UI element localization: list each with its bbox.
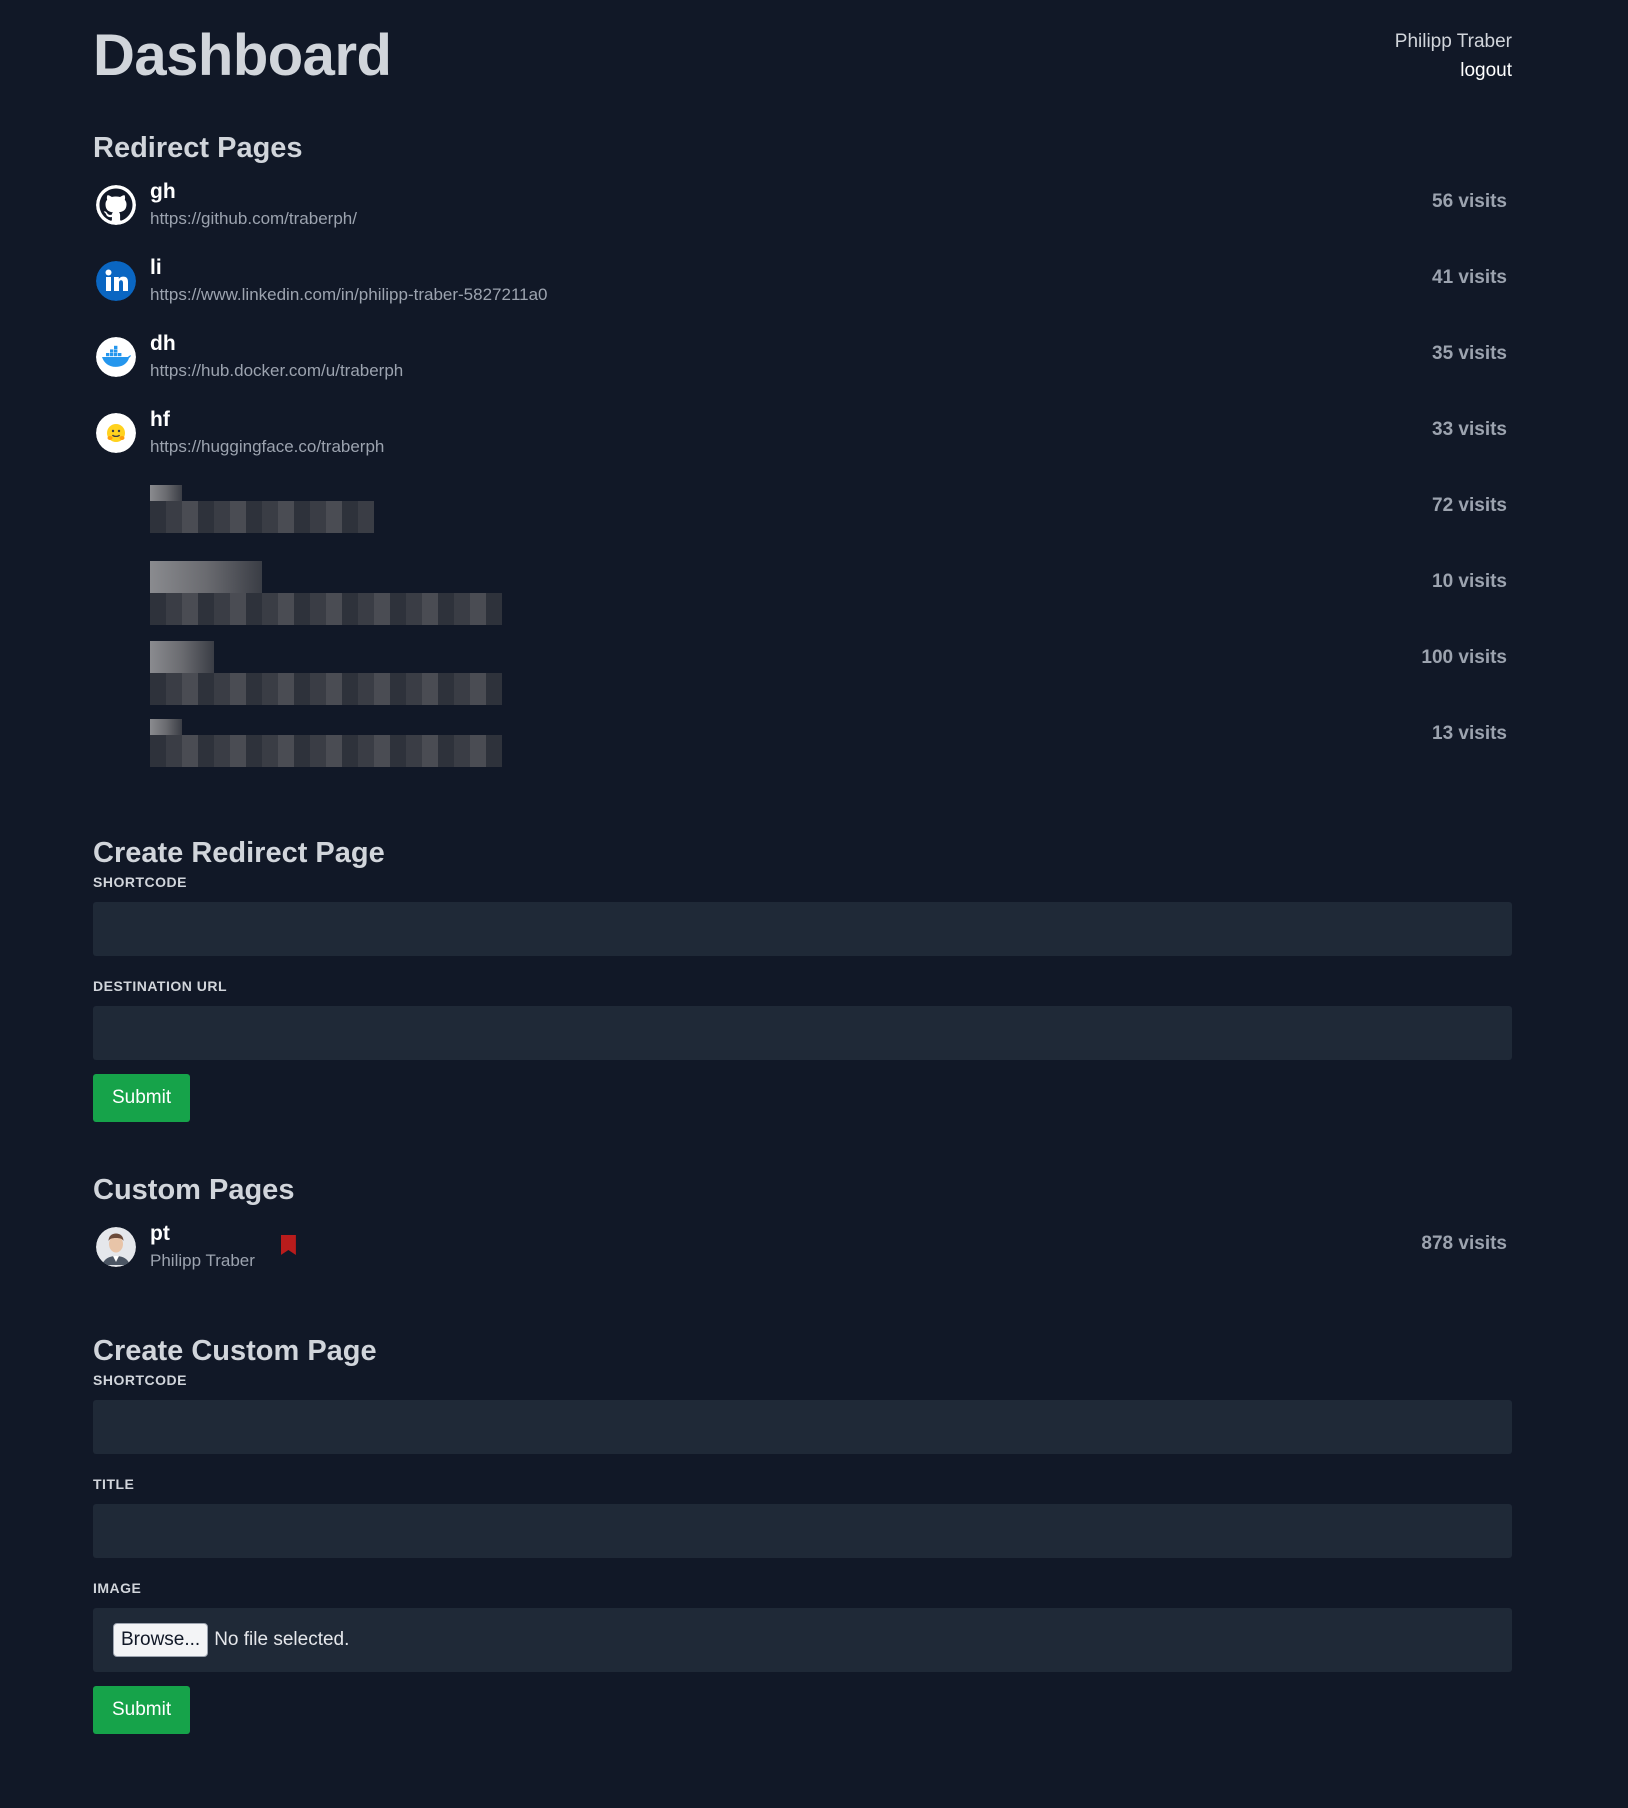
create-custom-section: Create Custom Page SHORTCODE TITLE IMAGE… <box>93 1335 1512 1734</box>
blurred-redirect-info <box>150 485 374 533</box>
custom-shortcode-input[interactable] <box>93 1400 1512 1454</box>
visit-count: 41 visits <box>1432 267 1507 288</box>
custom-page-row[interactable]: pt Philipp Traber 878 visits <box>93 1221 1512 1297</box>
redirect-row[interactable]: li https://www.linkedin.com/in/philipp-t… <box>93 255 1512 331</box>
redirect-row-hidden[interactable]: 100 visits <box>93 635 1512 711</box>
file-status: No file selected. <box>214 1629 350 1650</box>
visit-count: 33 visits <box>1432 419 1507 440</box>
user-name: Philipp Traber <box>1394 31 1512 52</box>
bookmark-icon[interactable] <box>280 1235 296 1255</box>
create-custom-heading: Create Custom Page <box>93 1335 377 1367</box>
redirect-pages-heading: Redirect Pages <box>93 132 303 164</box>
redirect-row-text: dh https://hub.docker.com/u/traberph <box>150 331 403 385</box>
custom-shortcode: pt <box>150 1222 170 1245</box>
redirect-row-text: li https://www.linkedin.com/in/philipp-t… <box>150 255 548 309</box>
redirect-url: https://huggingface.co/traberph <box>150 437 385 456</box>
blurred-redirect-info <box>150 641 502 705</box>
redirect-row[interactable]: hf https://huggingface.co/traberph 33 vi… <box>93 407 1512 483</box>
destination-url-input[interactable] <box>93 1006 1512 1060</box>
custom-pages-section: Custom Pages pt Philipp Traber 878 visit… <box>93 1174 1512 1297</box>
browse-button[interactable]: Browse... <box>113 1623 209 1657</box>
blurred-redirect-info <box>150 719 502 767</box>
redirect-shortcode: hf <box>150 408 170 431</box>
redirect-row[interactable]: gh https://github.com/traberph/ 56 visit… <box>93 179 1512 255</box>
redirect-row-hidden[interactable]: 13 visits <box>93 711 1512 787</box>
redirect-row[interactable]: dh https://hub.docker.com/u/traberph 35 … <box>93 331 1512 407</box>
linkedin-icon <box>96 261 136 301</box>
visit-count: 10 visits <box>1432 571 1507 592</box>
redirect-row-text: gh https://github.com/traberph/ <box>150 179 357 233</box>
visit-count: 56 visits <box>1432 191 1507 212</box>
redirect-row-text: hf https://huggingface.co/traberph <box>150 407 384 461</box>
redirect-row-hidden[interactable]: 72 visits <box>93 483 1512 559</box>
visit-count: 72 visits <box>1432 495 1507 516</box>
image-label: IMAGE <box>93 1580 142 1596</box>
huggingface-icon <box>96 413 136 453</box>
redirect-url: https://hub.docker.com/u/traberph <box>150 361 404 380</box>
redirect-shortcode: li <box>150 256 162 279</box>
redirect-url: https://www.linkedin.com/in/philipp-trab… <box>150 285 548 304</box>
header: Dashboard Philipp Traber logout <box>93 0 1512 130</box>
custom-submit-button[interactable]: Submit <box>93 1686 191 1734</box>
redirect-shortcode: dh <box>150 332 176 355</box>
create-redirect-section: Create Redirect Page SHORTCODE DESTINATI… <box>93 837 1512 1122</box>
redirect-url: https://github.com/traberph/ <box>150 209 357 228</box>
redirect-submit-button[interactable]: Submit <box>93 1074 191 1122</box>
dashboard-page: Dashboard Philipp Traber logout Redirect… <box>0 0 1628 1808</box>
create-redirect-heading: Create Redirect Page <box>93 837 385 869</box>
page-title: Dashboard <box>93 23 392 88</box>
destination-url-label: DESTINATION URL <box>93 978 228 994</box>
avatar <box>96 1227 136 1267</box>
visit-count: 100 visits <box>1421 647 1507 668</box>
visit-count: 878 visits <box>1421 1233 1507 1254</box>
custom-pages-heading: Custom Pages <box>93 1174 295 1206</box>
image-file-input[interactable]: Browse... No file selected. <box>93 1608 1512 1672</box>
redirect-pages-section: Redirect Pages gh https://github.com/tra… <box>93 132 1512 787</box>
custom-title-input[interactable] <box>93 1504 1512 1558</box>
custom-row-text: pt Philipp Traber <box>150 1221 255 1275</box>
redirect-shortcode-input[interactable] <box>93 902 1512 956</box>
shortcode-label: SHORTCODE <box>93 1372 187 1388</box>
user-box: Philipp Traber logout <box>1395 28 1512 86</box>
shortcode-label: SHORTCODE <box>93 874 187 890</box>
docker-icon <box>96 337 136 377</box>
visit-count: 35 visits <box>1432 343 1507 364</box>
logout-link[interactable]: logout <box>1395 56 1512 86</box>
redirect-shortcode: gh <box>150 180 176 203</box>
title-label: TITLE <box>93 1476 135 1492</box>
redirect-row-hidden[interactable]: 10 visits <box>93 559 1512 635</box>
blurred-redirect-info <box>150 561 502 625</box>
github-icon <box>96 185 136 225</box>
custom-title: Philipp Traber <box>150 1251 255 1270</box>
visit-count: 13 visits <box>1432 723 1507 744</box>
